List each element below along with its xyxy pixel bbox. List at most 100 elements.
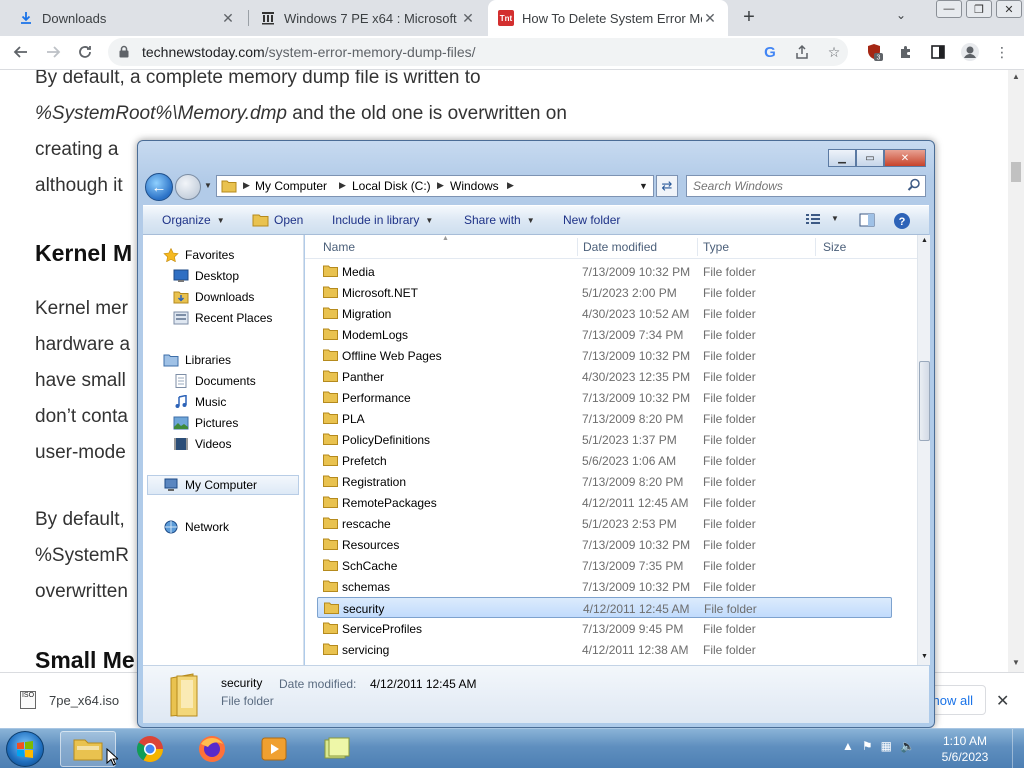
file-row-servicing[interactable]: servicing 4/12/2011 12:38 AM File folder <box>317 639 892 660</box>
new-tab-icon[interactable]: + <box>738 6 760 28</box>
minimize-icon[interactable]: — <box>936 0 962 18</box>
search-icon[interactable] <box>907 178 921 192</box>
column-size[interactable]: Size <box>823 240 846 254</box>
scroll-thumb[interactable] <box>1011 162 1021 182</box>
maximize-icon[interactable]: ▭ <box>856 149 884 167</box>
column-divider[interactable] <box>815 238 816 256</box>
organize-menu[interactable]: Organize ▼ <box>162 213 225 227</box>
menu-dots-icon[interactable]: ⋮ <box>992 42 1012 62</box>
star-icon[interactable]: ☆ <box>824 42 844 62</box>
file-row-resources[interactable]: Resources 7/13/2009 10:32 PM File folder <box>317 534 892 555</box>
breadcrumb-separator[interactable]: ▶ <box>437 180 444 191</box>
share-with-menu[interactable]: Share with ▼ <box>464 213 535 227</box>
column-divider[interactable] <box>697 238 698 256</box>
breadcrumb-separator[interactable]: ▶ <box>339 180 346 191</box>
close-icon[interactable]: ✕ <box>702 10 718 27</box>
back-arrow-icon[interactable] <box>10 41 32 63</box>
show-desktop-button[interactable] <box>1012 729 1024 768</box>
minimize-icon[interactable]: ▁ <box>828 149 856 167</box>
new-folder-button[interactable]: New folder <box>563 213 620 227</box>
breadcrumb-separator[interactable]: ▶ <box>243 180 250 191</box>
iso-file-icon[interactable]: ISO <box>20 691 36 709</box>
file-row-prefetch[interactable]: Prefetch 5/6/2023 1:06 AM File folder <box>317 450 892 471</box>
nav-my-computer[interactable]: My Computer <box>147 475 299 495</box>
breadcrumb-my-computer[interactable]: My Computer <box>255 179 327 193</box>
file-row-offline-web-pages[interactable]: Offline Web Pages 7/13/2009 10:32 PM File … <box>317 345 892 366</box>
tab-how-to-delete[interactable]: Tnt How To Delete System Error Mem ✕ <box>488 0 728 36</box>
taskbar-chrome[interactable] <box>122 731 178 767</box>
file-row-schcache[interactable]: SchCache 7/13/2009 7:35 PM File folder <box>317 555 892 576</box>
refresh-icon[interactable]: ⇄ <box>656 175 678 197</box>
column-name[interactable]: Name <box>323 240 355 254</box>
reload-icon[interactable] <box>74 41 96 63</box>
close-icon[interactable]: ✕ <box>996 0 1022 18</box>
close-icon[interactable]: ✕ <box>884 149 926 167</box>
restore-icon[interactable]: ❐ <box>966 0 992 18</box>
file-row-serviceprofiles[interactable]: ServiceProfiles 7/13/2009 9:45 PM File fol… <box>317 618 892 639</box>
column-date-modified[interactable]: Date modified <box>583 240 657 254</box>
file-row-schemas[interactable]: schemas 7/13/2009 10:32 PM File folder <box>317 576 892 597</box>
file-row-microsoft-net[interactable]: Microsoft.NET 5/1/2023 2:00 PM File folder <box>317 282 892 303</box>
scroll-up-icon[interactable]: ▲ <box>921 237 928 244</box>
scroll-thumb[interactable] <box>919 361 930 441</box>
file-row-modemlogs[interactable]: ModemLogs 7/13/2009 7:34 PM File folder <box>317 324 892 345</box>
page-scrollbar[interactable]: ▲ ▼ <box>1008 70 1024 672</box>
nav-libraries[interactable]: Libraries <box>163 350 323 370</box>
network-status-icon[interactable]: ▦ <box>881 739 892 753</box>
file-row-security[interactable]: security 4/12/2011 12:45 AM File folder <box>317 597 892 618</box>
side-panel-icon[interactable] <box>928 42 948 62</box>
show-hidden-icons-icon[interactable]: ▲ <box>842 739 854 753</box>
nav-network[interactable]: Network <box>163 517 323 537</box>
action-center-icon[interactable]: ⚑ <box>862 739 873 753</box>
taskbar-media-player[interactable] <box>246 731 302 767</box>
forward-arrow-icon[interactable] <box>175 174 201 200</box>
file-row-performance[interactable]: Performance 7/13/2009 10:32 PM File folder <box>317 387 892 408</box>
taskbar-sticky-notes[interactable] <box>308 731 364 767</box>
tab-windows7-pe[interactable]: Windows 7 PE x64 : Microsoft : Fr ✕ <box>250 0 486 36</box>
scroll-up-icon[interactable]: ▲ <box>1012 72 1020 81</box>
file-row-pla[interactable]: PLA 7/13/2009 8:20 PM File folder <box>317 408 892 429</box>
search-input[interactable] <box>687 176 897 196</box>
column-divider[interactable] <box>577 238 578 256</box>
address-dropdown-icon[interactable]: ▼ <box>639 181 648 191</box>
file-row-registration[interactable]: Registration 7/13/2009 8:20 PM File folder <box>317 471 892 492</box>
close-icon[interactable]: ✕ <box>996 691 1009 711</box>
google-icon[interactable]: G <box>760 42 780 62</box>
close-icon[interactable]: ✕ <box>220 10 236 27</box>
back-arrow-icon[interactable]: ← <box>145 173 173 201</box>
scroll-down-icon[interactable]: ▼ <box>921 653 928 660</box>
nav-favorites[interactable]: Favorites <box>163 245 323 265</box>
clock[interactable]: 1:10 AM 5/6/2023 <box>930 733 1000 765</box>
share-icon[interactable] <box>792 42 812 62</box>
file-row-media[interactable]: Media 7/13/2009 10:32 PM File folder <box>317 261 892 282</box>
preview-pane-icon[interactable] <box>859 212 875 228</box>
file-row-rescache[interactable]: rescache 5/1/2023 2:53 PM File folder <box>317 513 892 534</box>
breadcrumb-windows[interactable]: Windows <box>450 179 499 193</box>
file-row-panther[interactable]: Panther 4/30/2023 12:35 PM File folder <box>317 366 892 387</box>
file-list-scrollbar[interactable]: ▲ ▼ <box>917 235 930 665</box>
tab-downloads[interactable]: Downloads ✕ <box>8 0 246 36</box>
file-row-policydefinitions[interactable]: PolicyDefinitions 5/1/2023 1:37 PM File fo… <box>317 429 892 450</box>
file-row-migration[interactable]: Migration 4/30/2023 10:52 AM File folder <box>317 303 892 324</box>
breadcrumb-separator[interactable]: ▶ <box>507 180 514 191</box>
taskbar-firefox[interactable] <box>184 731 240 767</box>
view-options-icon[interactable] <box>805 212 821 226</box>
breadcrumb-local-disk[interactable]: Local Disk (C:) <box>352 179 431 193</box>
close-icon[interactable]: ✕ <box>460 10 476 27</box>
file-row-remotepackages[interactable]: RemotePackages 4/12/2011 12:45 AM File fol… <box>317 492 892 513</box>
include-in-library-menu[interactable]: Include in library ▼ <box>332 213 433 227</box>
profile-avatar-icon[interactable] <box>960 42 980 62</box>
column-type[interactable]: Type <box>703 240 729 254</box>
download-item[interactable]: 7pe_x64.iso <box>49 693 119 708</box>
address-breadcrumb[interactable]: ▶ My Computer ▶ Local Disk (C:) ▶ Window… <box>216 175 654 197</box>
open-button[interactable]: Open <box>274 213 303 227</box>
volume-icon[interactable]: 🔈 <box>900 739 915 753</box>
start-button[interactable] <box>6 731 44 767</box>
scroll-down-icon[interactable]: ▼ <box>1012 658 1020 667</box>
chevron-down-icon[interactable]: ▼ <box>831 214 839 223</box>
help-icon[interactable]: ? <box>893 212 911 230</box>
search-box[interactable] <box>686 175 926 197</box>
lock-icon[interactable] <box>118 45 130 58</box>
extension-shield-icon[interactable]: 3 <box>864 42 884 62</box>
puzzle-icon[interactable] <box>896 42 916 62</box>
